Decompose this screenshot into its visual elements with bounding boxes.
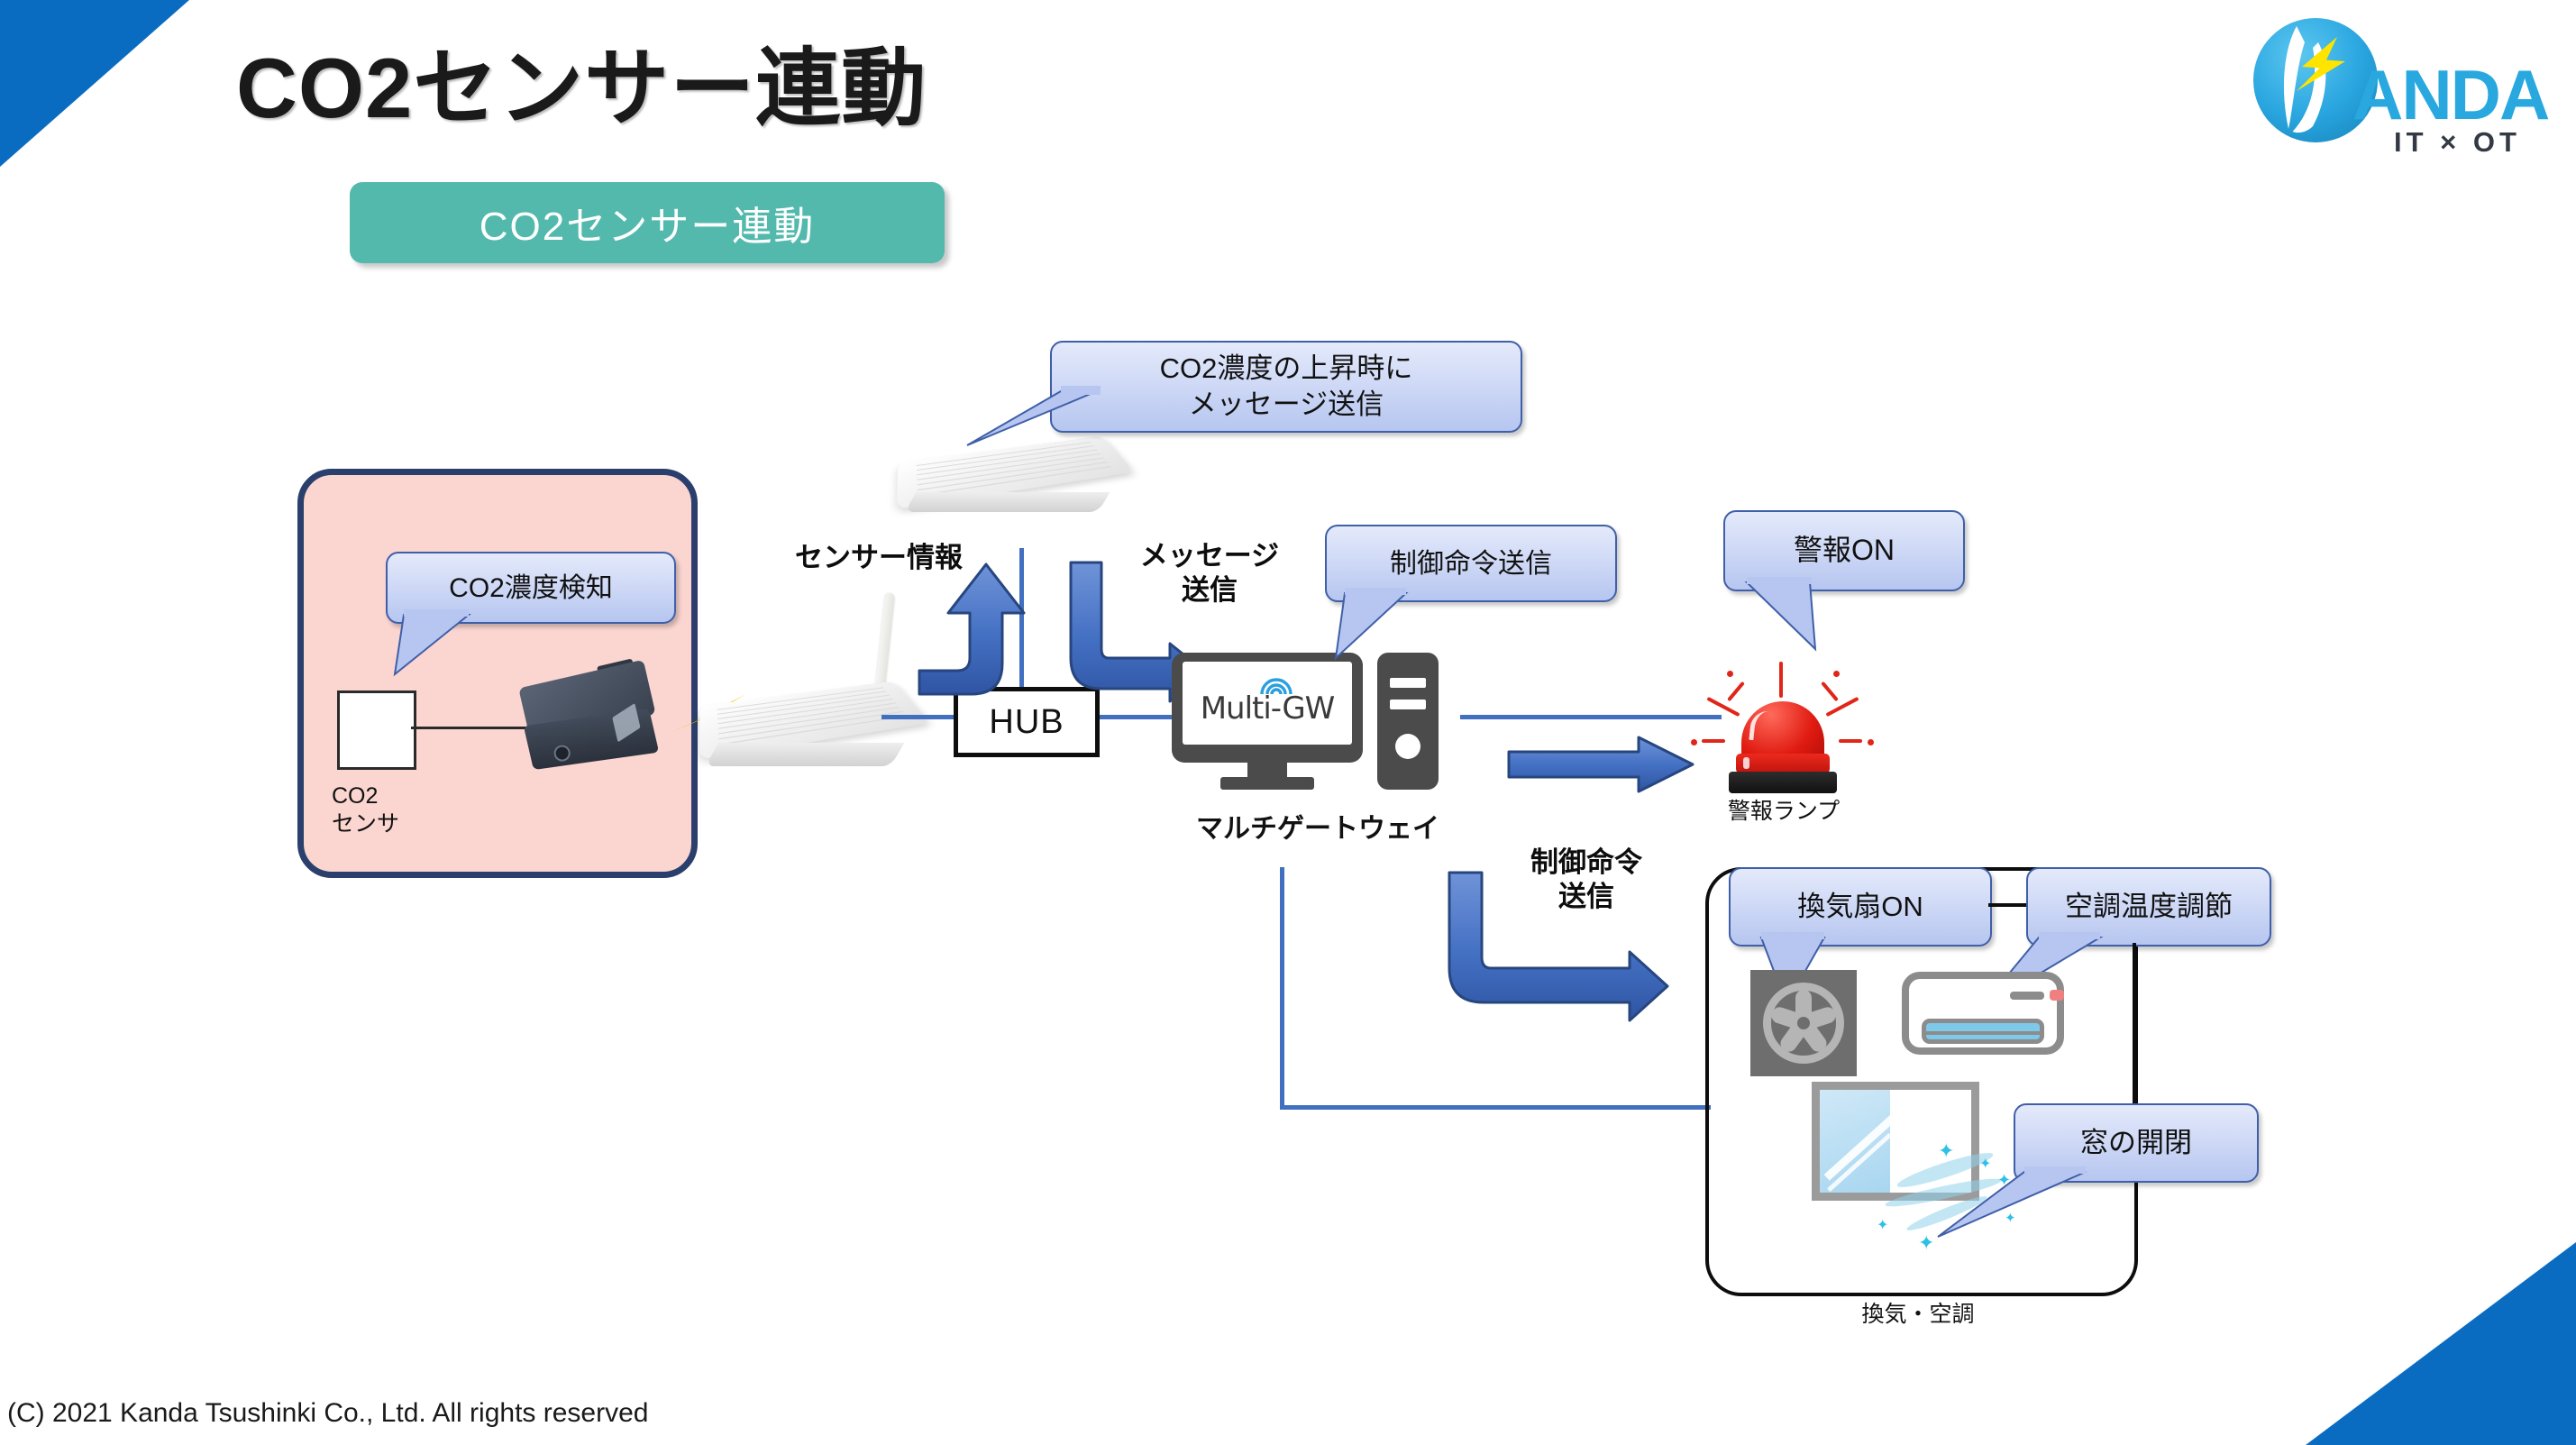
sparkle-icon: ✦	[1997, 1171, 2012, 1189]
callout-control-command-send: 制御命令送信	[1325, 525, 1617, 661]
callout-tail	[1334, 588, 1409, 661]
sparkle-icon: ✦	[1918, 1231, 1935, 1254]
callout-alarm-on: 警報ON	[1723, 510, 1965, 652]
top-left-corner-decoration	[0, 0, 189, 167]
monitor-neck	[1247, 761, 1287, 779]
ventilation-box-right-edge	[2133, 943, 2136, 1120]
callout-aircon-temperature-label: 空調温度調節	[2065, 890, 2233, 922]
callout-co2-rise-line1: CO2濃度の上昇時に	[1159, 352, 1413, 384]
page-title: CO2センサー連動	[236, 41, 927, 135]
callout-fan-on-label: 換気扇ON	[1797, 890, 1923, 922]
ventilation-caption: 換気・空調	[1861, 1302, 1975, 1327]
company-logo: ANDA IT × OT	[2248, 13, 2554, 166]
arrow-control-command	[1448, 871, 1669, 1022]
monitor-frame: Multi-GW	[1172, 653, 1363, 763]
alarm-lamp-caption: 警報ランプ	[1727, 799, 1841, 824]
callout-co2-detection: CO2濃度検知	[386, 552, 676, 677]
multi-gw-logo-text: Multi-GW	[1200, 690, 1336, 727]
callout-tail	[966, 386, 1101, 446]
sensor-cable	[411, 727, 526, 729]
wireless-router-device	[699, 592, 931, 808]
pc-tower	[1377, 653, 1439, 790]
logo-brand-text: ANDA	[2352, 55, 2550, 134]
bubble-connector-line	[1988, 903, 2028, 907]
callout-co2-rise-message: CO2濃度の上昇時に メッセージ送信	[966, 341, 1522, 446]
gateway-caption: マルチゲートウェイ	[1196, 814, 1439, 844]
link-gateway-down	[1280, 867, 1284, 1109]
multi-gateway-computer: Multi-GW	[1172, 653, 1460, 797]
exhaust-fan-icon	[1750, 970, 1857, 1076]
monitor-screen: Multi-GW	[1183, 662, 1352, 745]
callout-co2-detection-label: CO2濃度検知	[449, 572, 613, 603]
monitor-foot	[1220, 777, 1314, 790]
co2-sensor-caption-line2: センサ	[332, 811, 400, 837]
callout-tail	[393, 609, 471, 677]
link-gateway-to-alarm	[1460, 715, 1722, 719]
copyright-footer: (C) 2021 Kanda Tsushinki Co., Ltd. All r…	[7, 1398, 649, 1428]
callout-tail	[1744, 577, 1817, 652]
section-pill-label: CO2センサー連動	[479, 205, 816, 249]
bottom-right-corner-decoration	[2306, 1242, 2576, 1445]
sparkle-icon: ✦	[1877, 1218, 1889, 1233]
link-router-to-hub	[882, 715, 957, 719]
sparkle-icon: ✦	[2005, 1211, 2016, 1226]
section-pill: CO2センサー連動	[350, 182, 945, 263]
co2-sensor-caption-line1: CO2	[332, 783, 379, 809]
link-gateway-to-ventilation	[1280, 1105, 1711, 1110]
sparkle-icon: ✦	[1979, 1157, 1992, 1172]
callout-aircon-temperature: 空調温度調節	[1978, 867, 2271, 1011]
callout-fan-on: 換気扇ON	[1729, 867, 1992, 1007]
arrow-to-alarm	[1507, 736, 1694, 793]
co2-sensor-caption: CO2 センサ	[332, 782, 458, 839]
callout-window-open-close: 窓の開閉	[1937, 1103, 2259, 1238]
hub-label: HUB	[989, 702, 1064, 741]
logo-tagline: IT × OT	[2394, 126, 2521, 158]
air-conditioner-icon	[1902, 972, 2064, 1055]
alarm-lamp-icon	[1691, 660, 1874, 804]
callout-window-open-close-label: 窓の開閉	[2080, 1126, 2192, 1158]
slide-canvas: CO2センサー連動 CO2センサー連動 ANDA IT × OT CO2濃度検知	[0, 0, 2576, 1445]
arrow-sensor-info	[918, 562, 1026, 696]
callout-alarm-on-label: 警報ON	[1793, 534, 1895, 567]
link-hub-to-gateway	[1089, 715, 1175, 719]
callout-co2-rise-line2: メッセージ送信	[1188, 389, 1384, 420]
sparkle-icon: ✦	[1938, 1139, 1955, 1162]
co2-sensor-unit	[337, 690, 416, 770]
callout-control-command-label: 制御命令送信	[1390, 548, 1552, 579]
